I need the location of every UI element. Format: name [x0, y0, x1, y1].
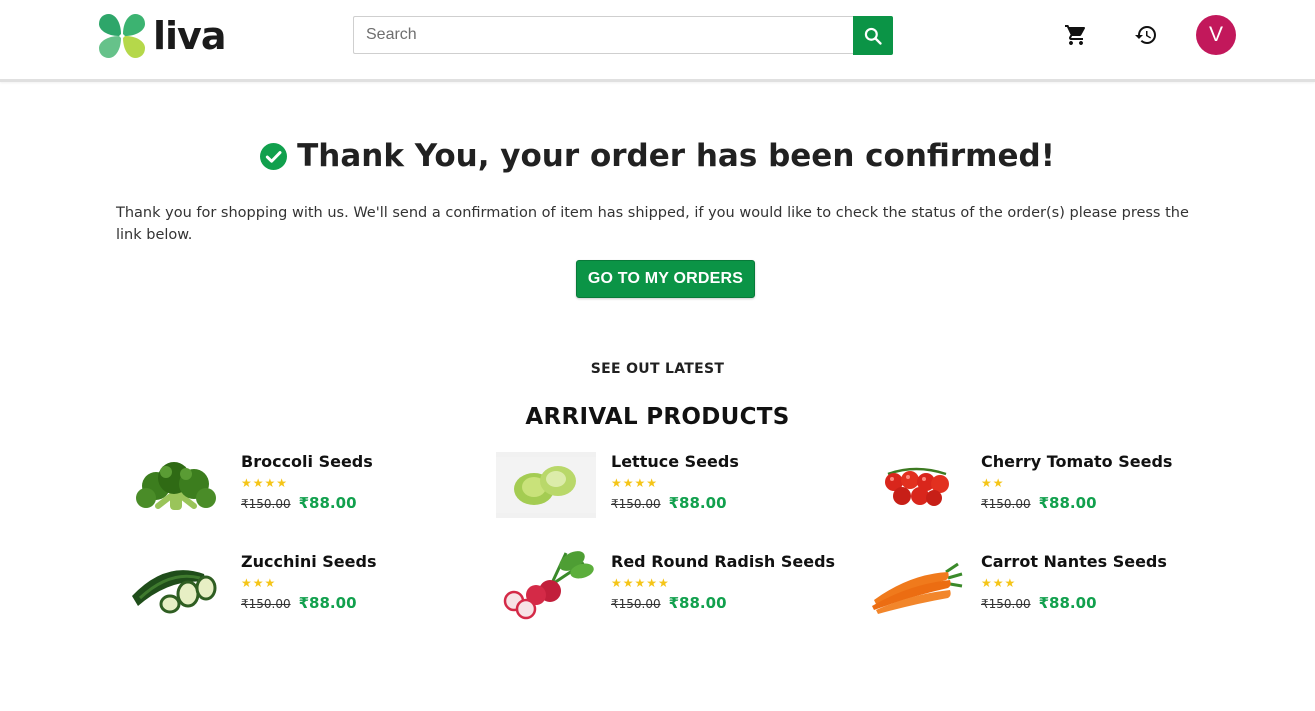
- product-image: [126, 452, 226, 518]
- product-new-price: ₹88.00: [298, 594, 357, 612]
- product-image: [866, 552, 966, 618]
- product-old-price: ₹150.00: [611, 597, 661, 611]
- carrot-image: [872, 562, 963, 614]
- cherry-tomato-image: [885, 467, 949, 506]
- confirmation-message: Thank you for shopping with us. We'll se…: [116, 205, 1189, 243]
- go-to-my-orders-button[interactable]: GO TO MY ORDERS: [576, 260, 755, 298]
- broccoli-image: [136, 462, 216, 510]
- search-input[interactable]: [353, 16, 853, 54]
- logo[interactable]: liva: [95, 10, 226, 62]
- latest-subheading: SEE OUT LATEST: [590, 361, 725, 377]
- product-image: [496, 452, 596, 518]
- product-rating-stars: ★★★★★: [611, 576, 670, 590]
- search-button[interactable]: [853, 16, 893, 55]
- order-history-button[interactable]: [1131, 20, 1161, 50]
- product-name: Cherry Tomato Seeds: [981, 452, 1173, 471]
- user-avatar[interactable]: V: [1196, 15, 1236, 55]
- product-image: [866, 452, 966, 518]
- product-new-price: ₹88.00: [298, 494, 357, 512]
- product-new-price: ₹88.00: [1038, 594, 1097, 612]
- product-rating-stars: ★★★: [981, 576, 1017, 590]
- product-rating-stars: ★★★: [241, 576, 277, 590]
- cart-icon: [1065, 25, 1086, 45]
- product-old-price: ₹150.00: [981, 597, 1031, 611]
- logo-text: liva: [153, 14, 226, 58]
- top-header: liva V: [0, 0, 1315, 82]
- product-old-price: ₹150.00: [611, 497, 661, 511]
- search-icon: [864, 27, 882, 45]
- product-name: Carrot Nantes Seeds: [981, 552, 1167, 571]
- product-rating-stars: ★★★★: [611, 476, 659, 490]
- product-image: [496, 551, 596, 620]
- product-old-price: ₹150.00: [981, 497, 1031, 511]
- product-card-broccoli[interactable]: Broccoli Seeds ★★★★ ₹150.00 ₹88.00: [126, 452, 466, 522]
- radish-image: [503, 551, 594, 620]
- arrival-products-heading: ARRIVAL PRODUCTS: [525, 404, 790, 430]
- confirmation-title: Thank You, your order has been confirmed…: [260, 138, 1055, 174]
- product-card-cherry-tomato[interactable]: Cherry Tomato Seeds ★★ ₹150.00 ₹88.00: [866, 452, 1206, 522]
- lettuce-image: [496, 457, 596, 513]
- check-circle-icon: [260, 142, 288, 170]
- product-old-price: ₹150.00: [241, 497, 291, 511]
- confirmation-title-row: Thank You, your order has been confirmed…: [0, 138, 1315, 174]
- product-card-lettuce[interactable]: Lettuce Seeds ★★★★ ₹150.00 ₹88.00: [496, 452, 836, 522]
- product-old-price: ₹150.00: [241, 597, 291, 611]
- product-rating-stars: ★★★★: [241, 476, 289, 490]
- zucchini-image: [132, 570, 217, 614]
- search-bar: [353, 16, 893, 55]
- product-new-price: ₹88.00: [668, 594, 727, 612]
- product-card-carrot[interactable]: Carrot Nantes Seeds ★★★ ₹150.00 ₹88.00: [866, 552, 1206, 622]
- product-image: [126, 552, 226, 618]
- page-title: Thank You, your order has been confirmed…: [297, 138, 1055, 174]
- product-name: Lettuce Seeds: [611, 452, 739, 471]
- product-name: Zucchini Seeds: [241, 552, 377, 571]
- cart-button[interactable]: [1061, 20, 1091, 50]
- product-name: Red Round Radish Seeds: [611, 552, 836, 571]
- product-card-radish[interactable]: Red Round Radish Seeds ★★★★★ ₹150.00 ₹88…: [496, 551, 836, 622]
- liva-leaf-logo-icon: [99, 14, 145, 58]
- product-new-price: ₹88.00: [1038, 494, 1097, 512]
- history-icon: [1135, 26, 1156, 45]
- product-rating-stars: ★★: [981, 476, 1005, 490]
- product-new-price: ₹88.00: [668, 494, 727, 512]
- product-card-zucchini[interactable]: Zucchini Seeds ★★★ ₹150.00 ₹88.00: [126, 552, 466, 622]
- product-name: Broccoli Seeds: [241, 452, 373, 471]
